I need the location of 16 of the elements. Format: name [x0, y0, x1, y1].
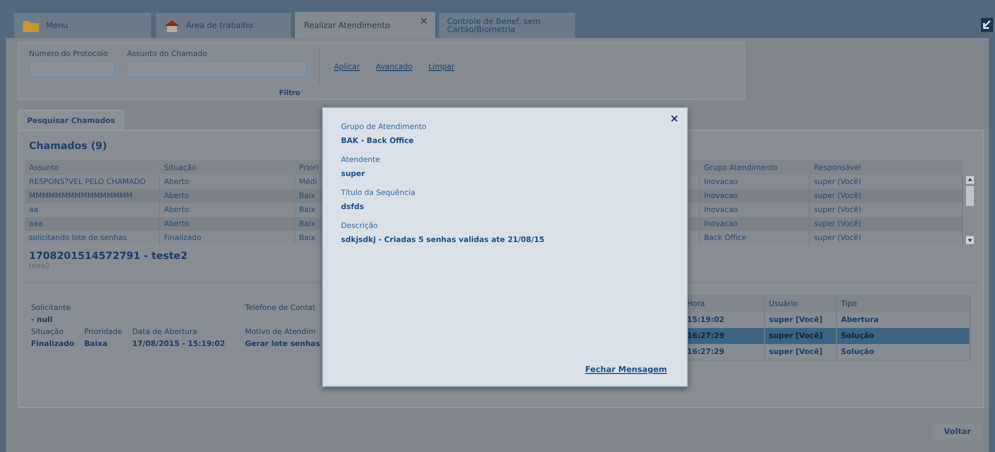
house-icon — [164, 18, 180, 32]
back-button[interactable]: Voltar — [930, 422, 984, 441]
detail-title: 1708201514572791 - teste2 — [28, 250, 188, 262]
close-button[interactable]: × — [670, 112, 679, 125]
tab[interactable]: Menu — [13, 12, 152, 38]
folder-icon — [22, 18, 40, 32]
input-field[interactable] — [29, 61, 115, 77]
close-icon[interactable]: × — [420, 16, 428, 27]
tab[interactable]: Controle de Benef. sem Cartão/Biometria — [438, 12, 576, 38]
tab[interactable]: Realizar Atendimento × — [295, 12, 435, 38]
collapse-icon[interactable] — [981, 18, 993, 32]
input-field[interactable] — [127, 61, 307, 77]
close-message-link[interactable]: Fechar Mensagem — [585, 365, 667, 374]
scrollbar[interactable] — [963, 175, 977, 245]
tab[interactable]: Área de trabalho — [155, 12, 292, 38]
panel-title: Chamados (9) — [28, 140, 108, 154]
